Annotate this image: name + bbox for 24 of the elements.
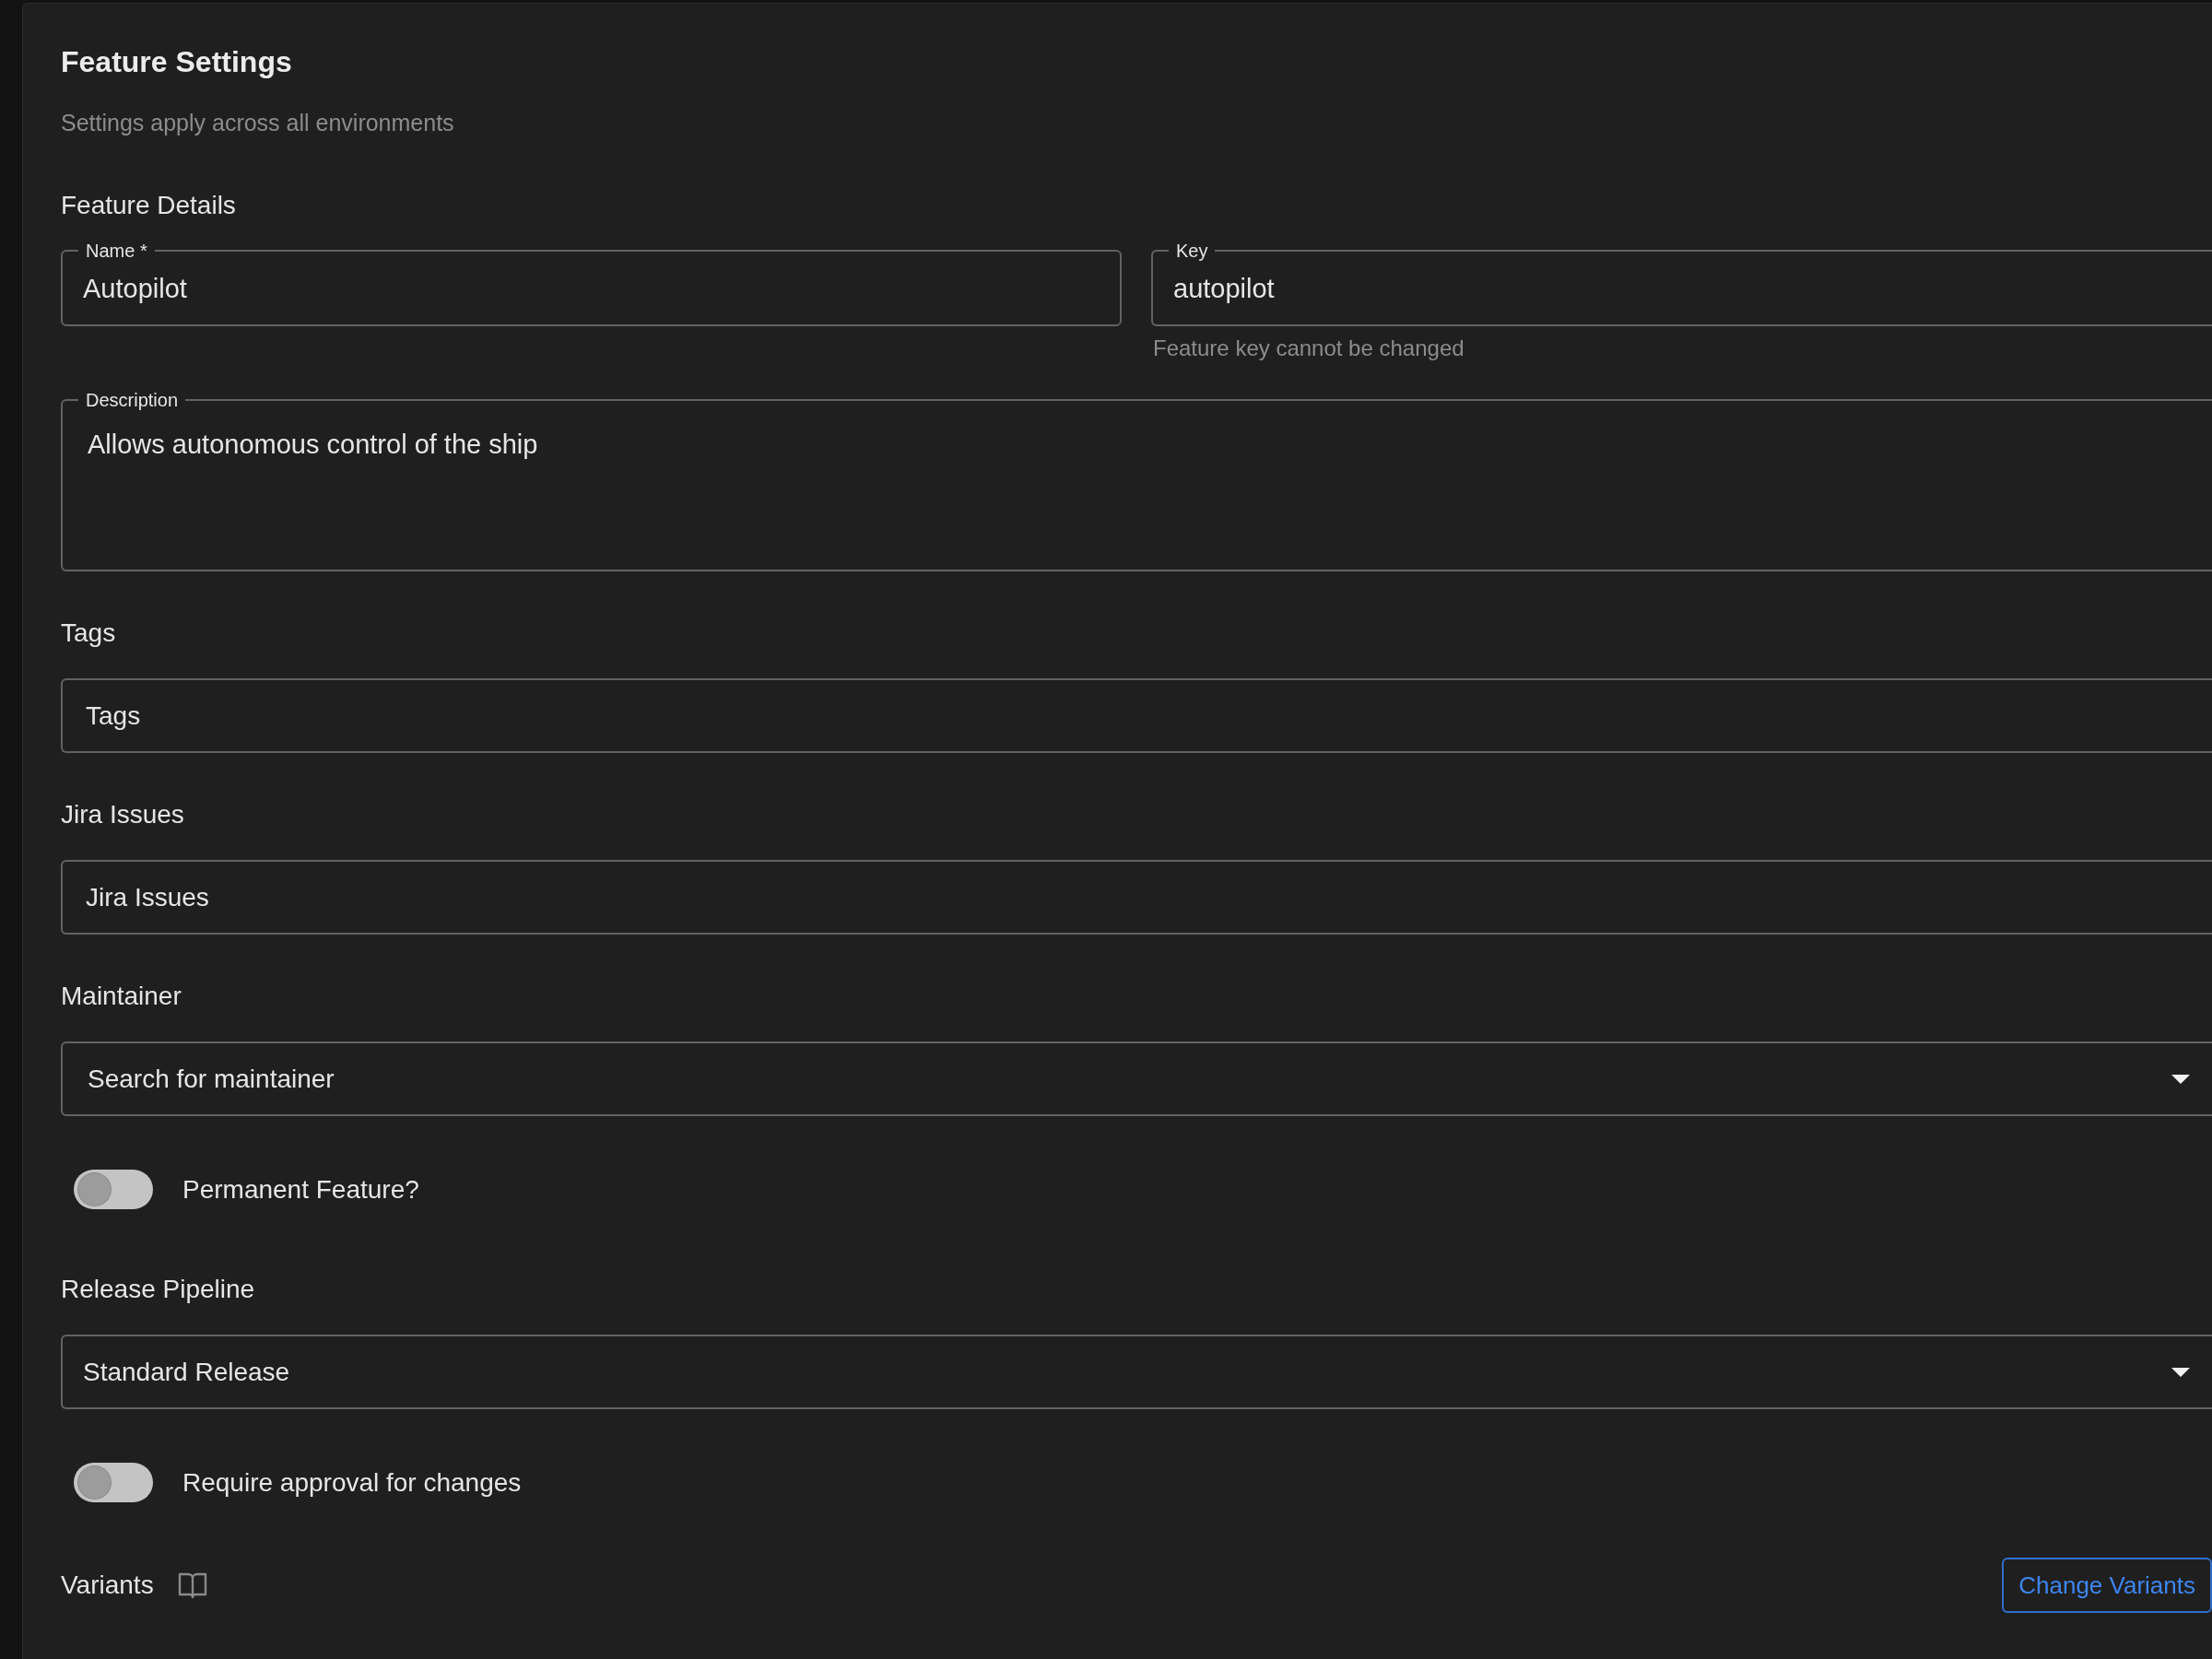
change-variants-button[interactable]: Change Variants <box>2002 1558 2212 1613</box>
toggle-switch[interactable] <box>74 1170 153 1209</box>
field-label: Key <box>1175 240 1209 262</box>
section-heading: Feature Details <box>61 191 236 220</box>
caret-icon <box>2171 1075 2190 1084</box>
input-field[interactable]: Jira Issues <box>61 860 2212 935</box>
toggle-switch[interactable] <box>74 1463 153 1502</box>
panel-title: Feature Settings <box>61 44 292 79</box>
field-label: Release Pipeline <box>61 1276 255 1303</box>
field-label: Tags <box>61 619 116 647</box>
section-heading: Variants <box>61 1571 154 1600</box>
helper-text: Feature key cannot be changed <box>1153 336 1465 360</box>
field-label: Jira Issues <box>61 801 184 829</box>
field-label: Description <box>85 389 180 411</box>
panel-subtitle: Settings apply across all environments <box>61 109 454 136</box>
input-field[interactable]: Tags <box>61 678 2212 753</box>
toggle-label: Require approval for changes <box>182 1467 522 1498</box>
book-icon[interactable] <box>177 1571 207 1599</box>
dropdown-field[interactable]: Standard Release <box>61 1335 2212 1409</box>
caret-icon <box>2171 1368 2190 1377</box>
field-label: Name * <box>85 240 148 262</box>
toggle-label: Permanent Feature? <box>182 1174 419 1205</box>
dropdown-field[interactable]: Search for maintainer <box>61 1041 2212 1116</box>
field-label: Maintainer <box>61 982 182 1010</box>
